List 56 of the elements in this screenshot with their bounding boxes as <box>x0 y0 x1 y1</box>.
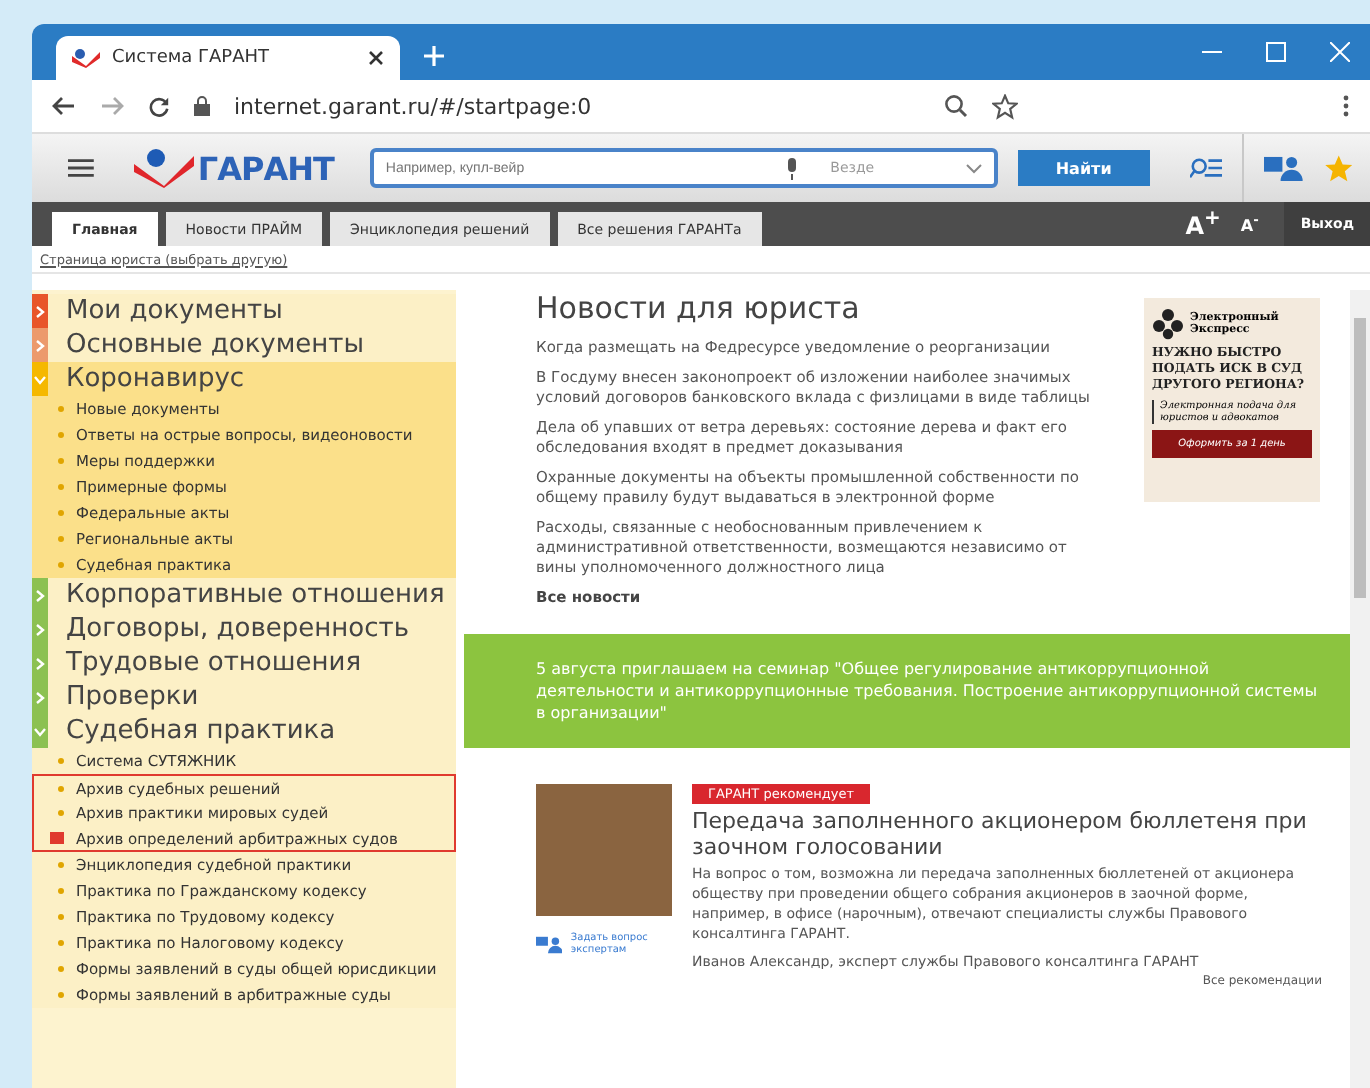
lock-icon <box>194 96 210 116</box>
bullet-icon <box>58 458 64 464</box>
star-outline-icon[interactable] <box>992 93 1018 119</box>
bullet-icon <box>58 536 64 542</box>
bullet-icon <box>58 810 64 816</box>
flower-logo-icon <box>1152 308 1184 340</box>
maximize-icon[interactable] <box>1266 42 1286 62</box>
bullet-icon <box>58 562 64 568</box>
bullet-icon <box>58 406 64 412</box>
sidebar-section[interactable]: Мои документы <box>48 296 283 326</box>
news-heading: Новости для юриста <box>536 290 862 326</box>
forward-icon[interactable] <box>100 96 124 116</box>
bullet-icon <box>58 914 64 920</box>
sidebar-section[interactable]: Проверки <box>48 682 199 712</box>
logo-text: ГАРАНТ <box>197 149 334 187</box>
scrollbar-thumb[interactable] <box>1354 318 1366 598</box>
bullet-icon <box>58 940 64 946</box>
logo-icon <box>72 48 100 68</box>
menu-icon[interactable] <box>68 158 94 178</box>
sidebar-section[interactable]: Корпоративные отношения <box>48 580 445 610</box>
back-icon[interactable] <box>52 96 76 116</box>
microphone-icon[interactable] <box>786 157 799 179</box>
garant-logo[interactable]: ГАРАНТ <box>133 148 334 188</box>
sidebar-section[interactable]: Коронавирус <box>48 364 245 394</box>
search-list-icon[interactable] <box>1189 156 1223 180</box>
logo-icon <box>133 148 194 188</box>
sidebar-section[interactable]: Основные документы <box>48 330 365 360</box>
sidebar-section[interactable]: Трудовые отношения <box>48 648 362 678</box>
font-decrease-button[interactable]: A$^{-}$ <box>1234 212 1265 236</box>
bullet-icon <box>58 785 64 791</box>
search-button[interactable]: Найти <box>1018 150 1150 186</box>
star-icon[interactable] <box>1324 153 1354 183</box>
new-tab-icon[interactable] <box>424 46 444 66</box>
bullet-icon <box>58 510 64 516</box>
bullet-icon <box>58 862 64 868</box>
tab-title: Система ГАРАНТ <box>112 48 272 68</box>
browser-tab[interactable]: Система ГАРАНТ <box>56 36 400 80</box>
bullet-icon <box>58 758 64 764</box>
article-title[interactable]: Передача заполненного акционером бюллетеня при заочном голосовании <box>692 808 1322 860</box>
bullet-icon <box>58 966 64 972</box>
bullet-icon <box>58 888 64 894</box>
users-icon <box>536 933 563 955</box>
close-icon[interactable] <box>368 50 384 66</box>
address-field[interactable]: internet.garant.ru/#/startpage:0 <box>234 93 920 119</box>
bullet-icon <box>58 432 64 438</box>
sidebar-section[interactable]: Договоры, доверенность <box>48 614 409 644</box>
users-icon[interactable] <box>1264 154 1305 182</box>
photo-placeholder <box>536 784 672 916</box>
bullet-icon <box>58 992 64 998</box>
menu-icon[interactable] <box>1342 94 1350 118</box>
font-increase-button[interactable]: A$^{+}$ <box>1179 208 1227 240</box>
zoom-icon[interactable] <box>944 94 968 118</box>
reload-icon[interactable] <box>148 95 170 117</box>
bullet-icon <box>58 484 64 490</box>
caret-icon[interactable] <box>966 163 983 173</box>
sidebar-section[interactable]: Судебная практика <box>48 716 336 746</box>
